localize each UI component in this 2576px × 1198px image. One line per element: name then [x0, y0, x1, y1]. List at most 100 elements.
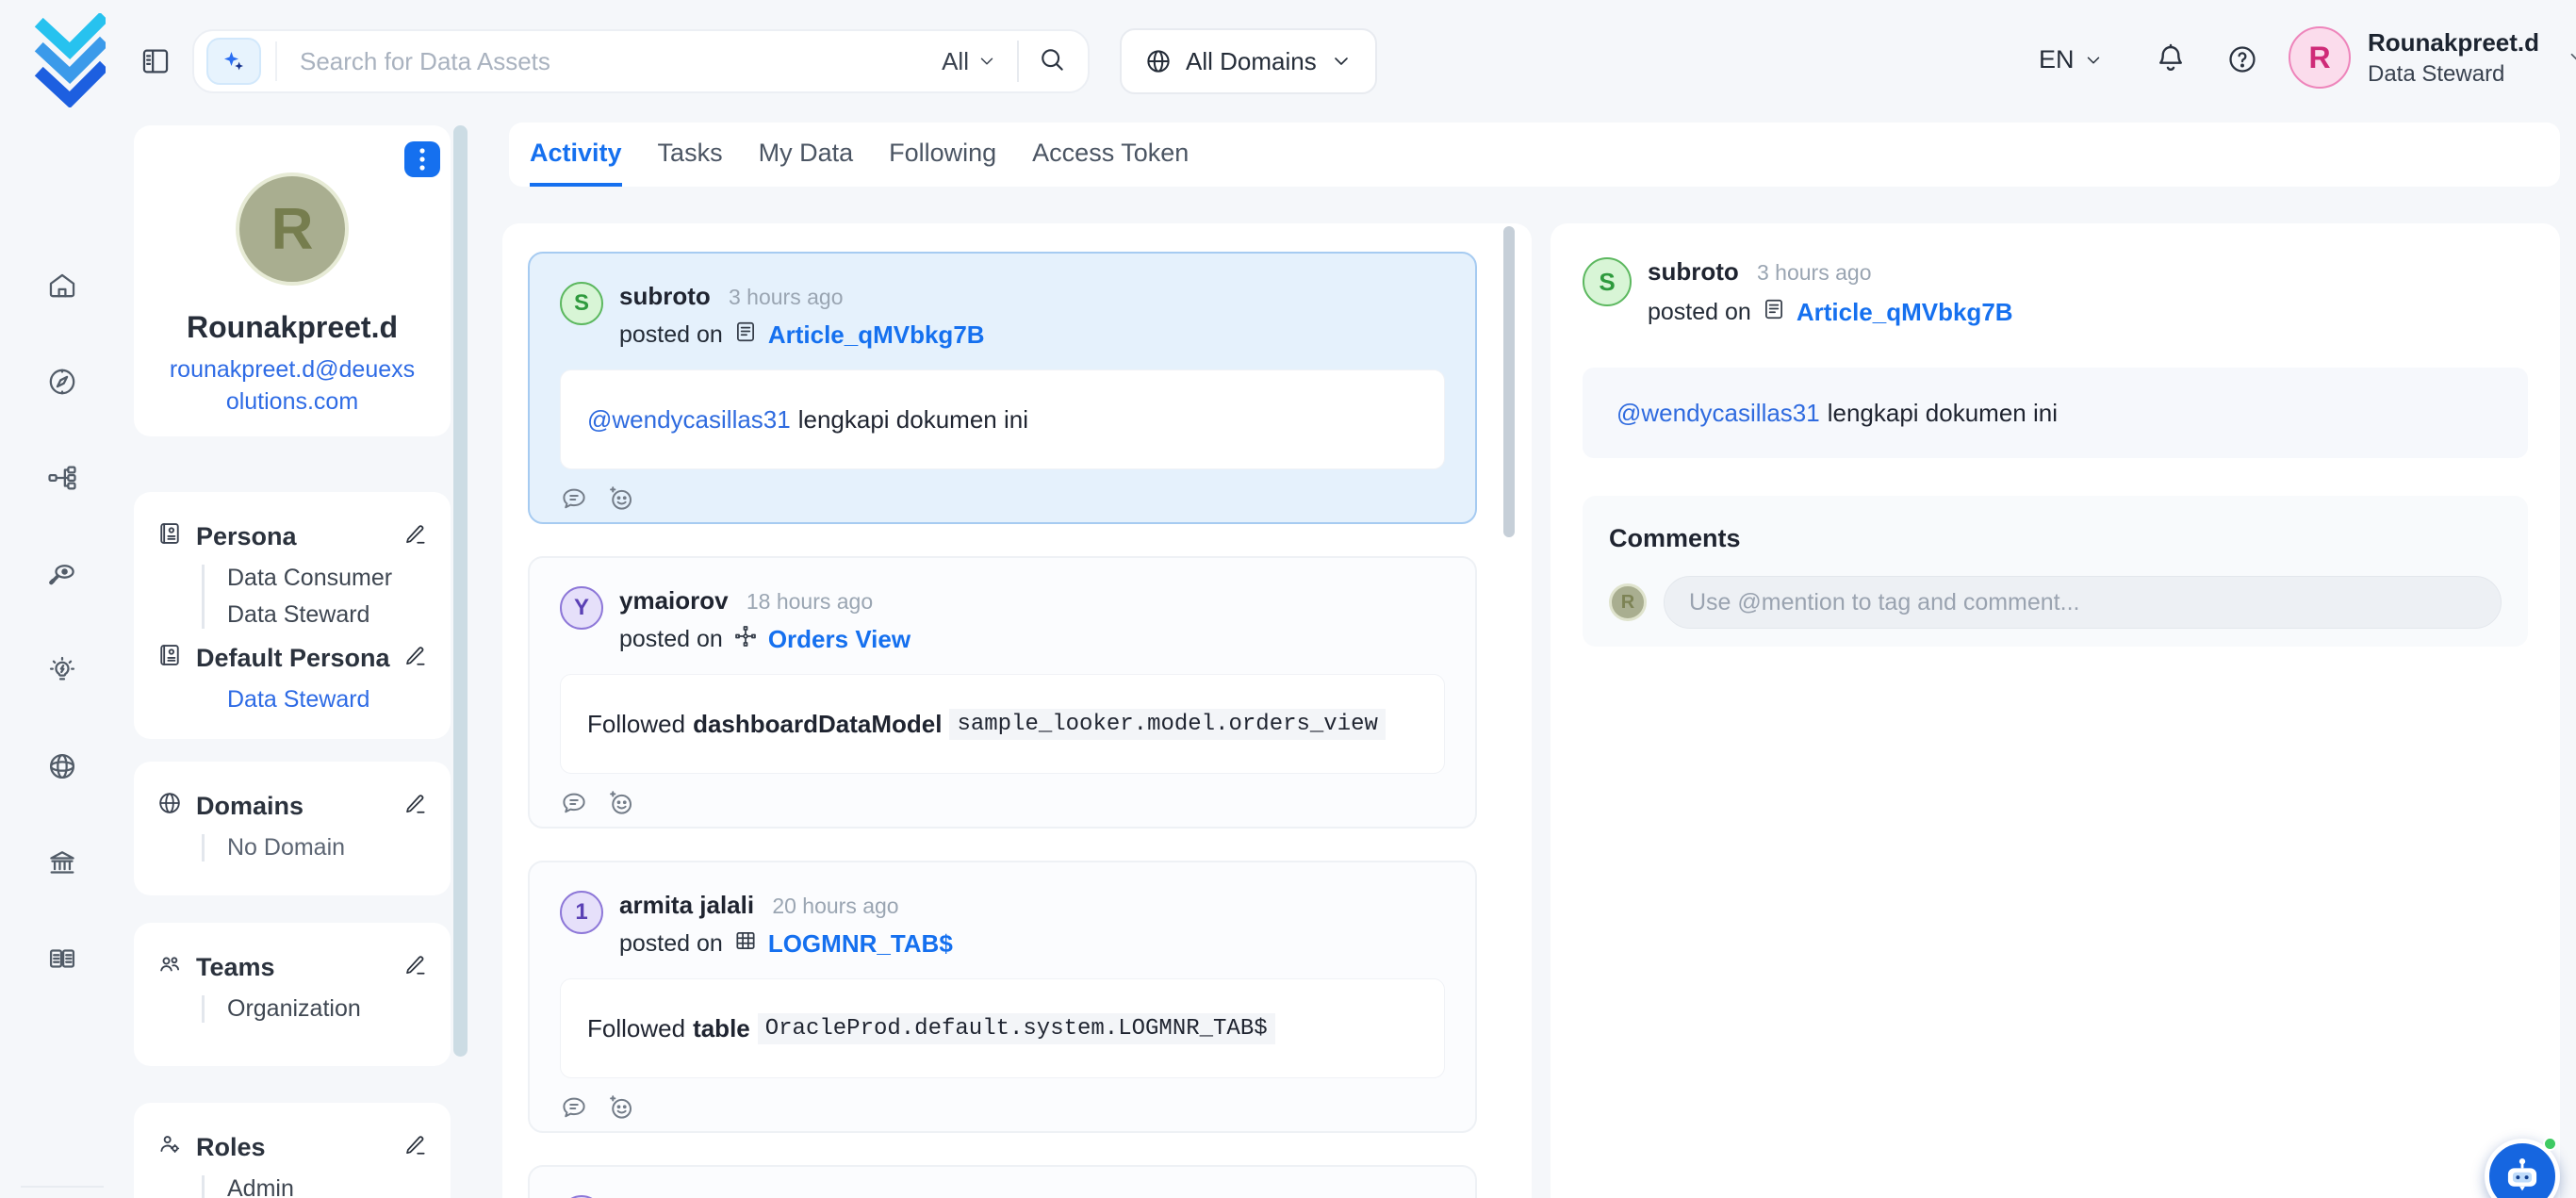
- feed-user-name[interactable]: subroto: [619, 282, 711, 310]
- thread-detail-panel: S subroto 3 hours ago posted on Article_…: [1551, 223, 2560, 1198]
- left-nav-rail: [0, 123, 124, 1198]
- entity-link[interactable]: Orders View: [768, 625, 911, 654]
- home-icon[interactable]: [46, 270, 78, 302]
- ai-sparkle-icon[interactable]: [206, 38, 261, 85]
- avatar[interactable]: S: [1583, 257, 1632, 306]
- glossary-book-icon[interactable]: [46, 943, 78, 975]
- avatar[interactable]: 1: [560, 891, 603, 934]
- reply-comment-icon[interactable]: [560, 789, 588, 817]
- entity-link[interactable]: Article_qMVbkg7B: [768, 320, 985, 350]
- user-avatar[interactable]: R: [2289, 26, 2351, 89]
- tab-access-token[interactable]: Access Token: [1032, 123, 1189, 187]
- all-domains-dropdown[interactable]: All Domains: [1120, 28, 1377, 94]
- app-logo-icon[interactable]: [34, 13, 106, 112]
- insights-bulb-icon[interactable]: [46, 654, 78, 686]
- domains-globe-icon[interactable]: [46, 750, 78, 782]
- feed-message-prefix: Followed: [587, 710, 685, 739]
- search-divider: [275, 41, 277, 81]
- notifications-bell-icon[interactable]: [2154, 41, 2188, 80]
- edit-teams-icon[interactable]: [403, 952, 428, 983]
- entity-link[interactable]: LOGMNR_TAB$: [768, 929, 953, 959]
- feed-card-partial[interactable]: 1 armita jalali: [528, 1165, 1477, 1198]
- help-icon[interactable]: [2226, 43, 2258, 80]
- persona-section-title: Persona: [196, 522, 297, 551]
- feed-card-armita[interactable]: 1 armita jalali 20 hours ago posted on L…: [528, 861, 1477, 1133]
- all-domains-label: All Domains: [1186, 47, 1317, 76]
- feed-user-name[interactable]: ymaiorov: [619, 586, 729, 615]
- profile-identity-card: R Rounakpreet.d rounakpreet.d@deuexsolut…: [134, 125, 451, 436]
- comment-input[interactable]: [1664, 576, 2502, 629]
- avatar[interactable]: S: [560, 282, 603, 325]
- language-selector[interactable]: EN: [2039, 45, 2104, 74]
- lineage-flow-icon[interactable]: [46, 462, 78, 494]
- feed-timestamp: 3 hours ago: [729, 285, 843, 309]
- teams-item[interactable]: Organization: [227, 995, 428, 1023]
- search-scope-dropdown[interactable]: All: [942, 47, 997, 76]
- mention-link[interactable]: @wendycasillas31: [587, 405, 791, 435]
- roles-card-icon: [156, 1131, 183, 1164]
- reply-comment-icon[interactable]: [560, 1093, 588, 1122]
- top-navbar: All All Domains EN R: [0, 0, 2576, 123]
- explore-compass-icon[interactable]: [46, 366, 78, 398]
- default-persona-title: Default Persona: [196, 644, 390, 673]
- add-reaction-icon[interactable]: [607, 789, 635, 817]
- search-divider-2: [1017, 41, 1019, 82]
- detail-user-name[interactable]: subroto: [1648, 257, 1739, 286]
- default-persona-icon: [156, 642, 183, 675]
- default-persona-value[interactable]: Data Steward: [227, 686, 428, 714]
- reply-comment-icon[interactable]: [560, 484, 588, 513]
- persona-item[interactable]: Data Steward: [227, 601, 428, 629]
- edit-roles-icon[interactable]: [403, 1132, 428, 1163]
- global-search-bar: All: [192, 29, 1090, 93]
- profile-name: Rounakpreet.d: [134, 310, 451, 345]
- rail-divider: [21, 1186, 104, 1188]
- chevron-down-icon: [2083, 50, 2104, 71]
- tab-following[interactable]: Following: [889, 123, 996, 187]
- observability-icon[interactable]: [46, 558, 78, 590]
- roles-card: Roles Admin: [134, 1103, 451, 1198]
- tab-my-data[interactable]: My Data: [759, 123, 854, 187]
- chevron-down-icon: [1330, 50, 1353, 73]
- domains-card-globe-icon: [156, 790, 183, 823]
- profile-menu-kebab-button[interactable]: [404, 141, 440, 177]
- feed-message-bold: dashboardDataModel: [693, 710, 942, 739]
- table-icon: [733, 928, 758, 960]
- posted-on-label: posted on: [619, 626, 723, 653]
- add-reaction-icon[interactable]: [607, 1093, 635, 1122]
- profile-column-scrollbar[interactable]: [453, 125, 468, 1057]
- user-name: Rounakpreet.d: [2368, 28, 2539, 57]
- profile-email-link[interactable]: rounakpreet.d@deuexsolutions.com: [134, 354, 451, 418]
- feed-message-bold: table: [693, 1014, 750, 1043]
- sidebar-toggle-icon[interactable]: [139, 45, 172, 82]
- edit-default-persona-icon[interactable]: [403, 643, 428, 674]
- feed-card-subroto[interactable]: S subroto 3 hours ago posted on Article_…: [528, 252, 1477, 524]
- domains-section-title: Domains: [196, 792, 304, 821]
- search-input[interactable]: [300, 47, 942, 76]
- feed-user-name[interactable]: armita jalali: [619, 891, 754, 919]
- feed-card-ymaiorov[interactable]: Y ymaiorov 18 hours ago posted on: [528, 556, 1477, 829]
- chevron-down-icon: [2566, 45, 2576, 70]
- data-model-icon: [733, 624, 758, 655]
- mention-link[interactable]: @wendycasillas31: [1616, 399, 1820, 428]
- posted-on-label: posted on: [619, 321, 723, 349]
- govern-bank-icon[interactable]: [46, 846, 78, 878]
- bot-status-dot: [2543, 1137, 2557, 1151]
- search-icon[interactable]: [1037, 44, 1067, 79]
- edit-domains-icon[interactable]: [403, 791, 428, 822]
- feed-message-code: OracleProd.default.system.LOGMNR_TAB$: [758, 1013, 1275, 1044]
- entity-link[interactable]: Article_qMVbkg7B: [1797, 298, 2013, 327]
- user-role: Data Steward: [2368, 61, 2539, 88]
- persona-item[interactable]: Data Consumer: [227, 565, 428, 592]
- profile-avatar: R: [236, 172, 349, 286]
- add-reaction-icon[interactable]: [607, 484, 635, 513]
- roles-item[interactable]: Admin: [227, 1175, 428, 1198]
- tab-tasks[interactable]: Tasks: [658, 123, 723, 187]
- avatar[interactable]: Y: [560, 586, 603, 630]
- feed-scrollbar[interactable]: [1503, 226, 1515, 537]
- user-profile-menu[interactable]: R Rounakpreet.d Data Steward: [2289, 26, 2576, 89]
- edit-persona-icon[interactable]: [403, 521, 428, 552]
- roles-section-title: Roles: [196, 1133, 266, 1162]
- persona-card-icon: [156, 520, 183, 553]
- tab-activity[interactable]: Activity: [530, 123, 622, 187]
- language-label: EN: [2039, 45, 2075, 74]
